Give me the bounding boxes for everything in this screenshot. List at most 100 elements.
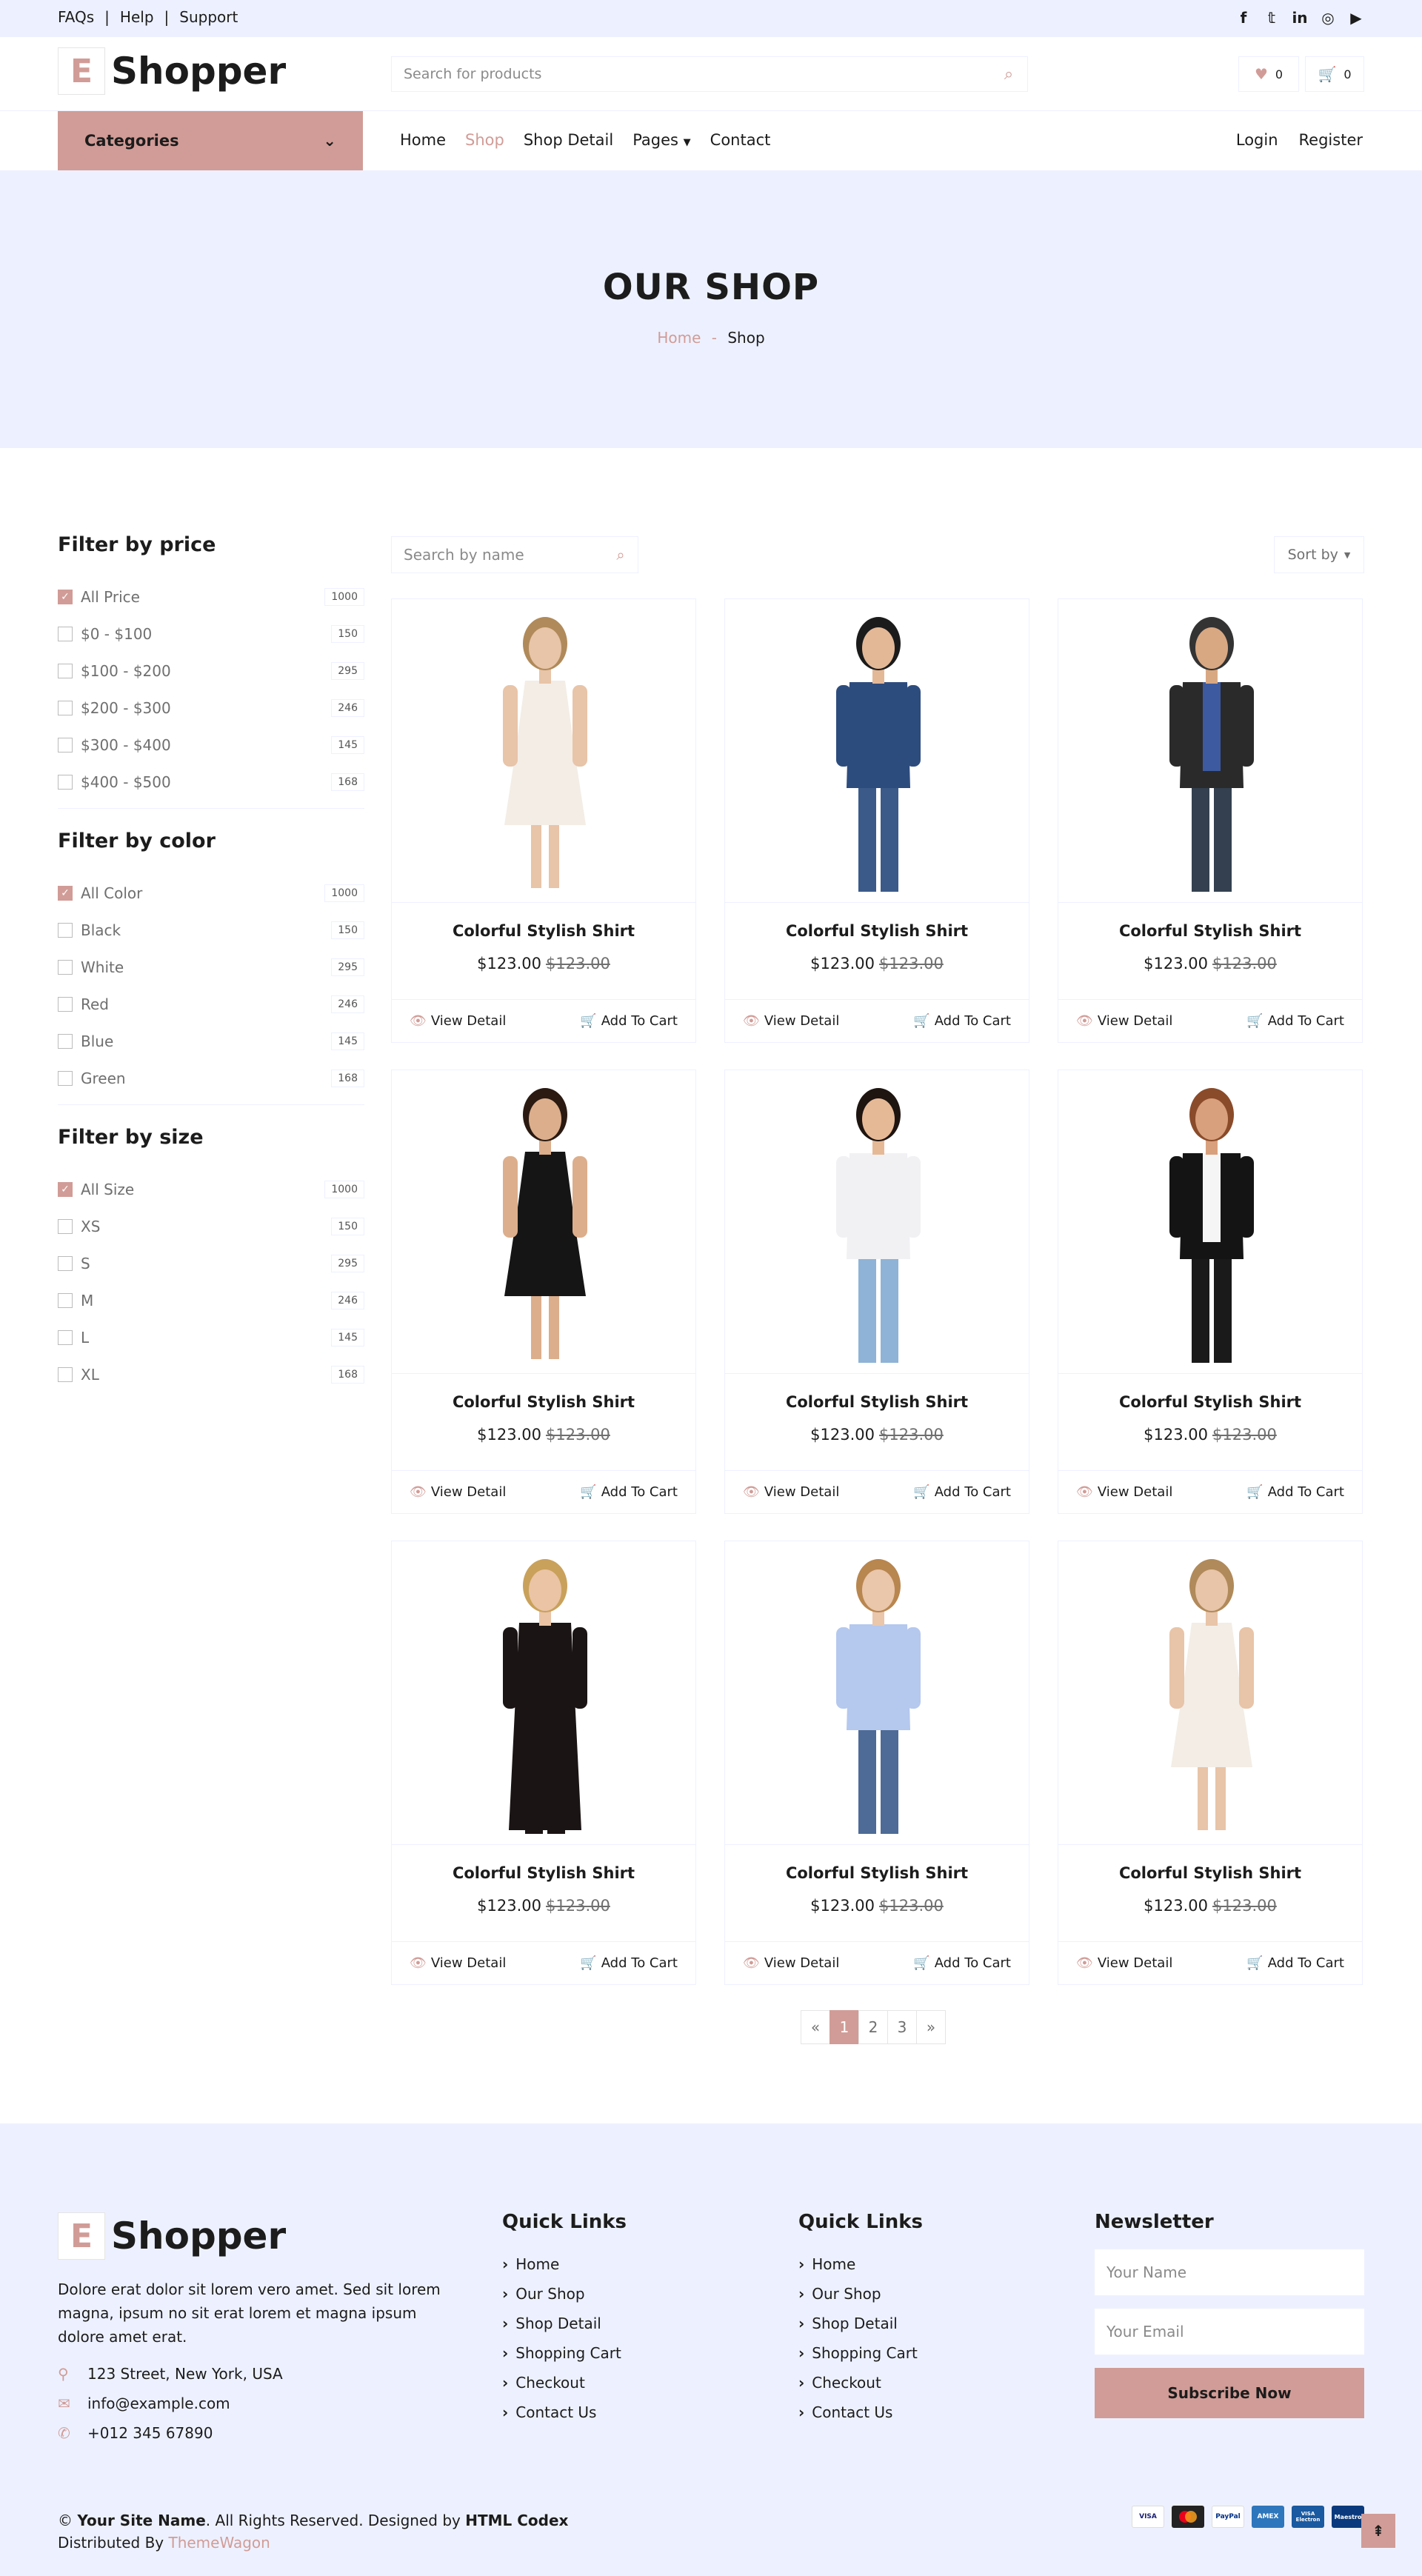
product-image[interactable] — [392, 1070, 695, 1374]
newsletter-name-input[interactable]: Your Name — [1095, 2249, 1364, 2295]
footer-link[interactable]: › Our Shop — [502, 2279, 627, 2309]
page-1[interactable]: 1 — [830, 2010, 859, 2044]
checkbox[interactable] — [58, 664, 73, 678]
footer-link[interactable]: › Shopping Cart — [502, 2338, 627, 2368]
nav-pages[interactable]: Pages ▼ — [632, 131, 690, 149]
checkbox[interactable] — [58, 775, 73, 790]
filter-option[interactable]: $400 - $500 168 — [58, 764, 364, 801]
checkbox[interactable] — [58, 1330, 73, 1345]
youtube-icon[interactable]: ▶ — [1348, 9, 1364, 27]
add-to-cart-button[interactable]: 🛒 Add To Cart — [580, 1955, 678, 1971]
checkbox[interactable] — [58, 1293, 73, 1308]
add-to-cart-button[interactable]: 🛒 Add To Cart — [913, 1013, 1011, 1029]
designer-link[interactable]: HTML Codex — [465, 2512, 568, 2529]
add-to-cart-button[interactable]: 🛒 Add To Cart — [913, 1955, 1011, 1971]
add-to-cart-button[interactable]: 🛒 Add To Cart — [1246, 1484, 1344, 1500]
checkbox[interactable] — [58, 960, 73, 975]
footer-link[interactable]: › Home — [798, 2249, 923, 2279]
breadcrumb-home[interactable]: Home — [657, 329, 701, 347]
footer-link[interactable]: › Checkout — [798, 2368, 923, 2398]
filter-option[interactable]: Red 246 — [58, 986, 364, 1023]
linkedin-icon[interactable]: in — [1292, 9, 1308, 27]
filter-option[interactable]: $300 - $400 145 — [58, 727, 364, 764]
subscribe-button[interactable]: Subscribe Now — [1095, 2368, 1364, 2418]
footer-link[interactable]: › Shop Detail — [502, 2309, 627, 2338]
view-detail-button[interactable]: 👁 View Detail — [743, 1955, 839, 1971]
footer-link[interactable]: › Home — [502, 2249, 627, 2279]
filter-option[interactable]: XS 150 — [58, 1208, 364, 1245]
checkbox-checked[interactable]: ✓ — [58, 886, 73, 901]
product-image[interactable] — [1058, 1070, 1362, 1374]
filter-option[interactable]: S 295 — [58, 1245, 364, 1282]
view-detail-button[interactable]: 👁 View Detail — [410, 1484, 506, 1500]
checkbox[interactable] — [58, 923, 73, 938]
footer-link[interactable]: › Contact Us — [502, 2398, 627, 2427]
filter-option[interactable]: Green 168 — [58, 1060, 364, 1097]
checkbox[interactable] — [58, 1256, 73, 1271]
instagram-icon[interactable]: ◎ — [1320, 9, 1336, 27]
checkbox[interactable] — [58, 738, 73, 753]
support-link[interactable]: Support — [179, 8, 238, 26]
page-next[interactable]: » — [916, 2010, 946, 2044]
product-image[interactable] — [725, 1541, 1029, 1845]
filter-option[interactable]: Black 150 — [58, 912, 364, 949]
footer-link[interactable]: › Shop Detail — [798, 2309, 923, 2338]
filter-option[interactable]: ✓ All Price 1000 — [58, 578, 364, 615]
footer-link[interactable]: › Checkout — [502, 2368, 627, 2398]
product-image[interactable] — [392, 599, 695, 903]
nav-shop[interactable]: Shop — [465, 131, 504, 149]
filter-option[interactable]: White 295 — [58, 949, 364, 986]
distributor-link[interactable]: ThemeWagon — [168, 2534, 270, 2552]
view-detail-button[interactable]: 👁 View Detail — [1076, 1955, 1172, 1971]
filter-option[interactable]: L 145 — [58, 1319, 364, 1356]
filter-option[interactable]: ✓ All Size 1000 — [58, 1171, 364, 1208]
filter-option[interactable]: $0 - $100 150 — [58, 615, 364, 653]
nav-home[interactable]: Home — [400, 131, 446, 149]
product-image[interactable] — [1058, 1541, 1362, 1845]
nav-shop-detail[interactable]: Shop Detail — [524, 131, 613, 149]
view-detail-button[interactable]: 👁 View Detail — [410, 1013, 506, 1029]
checkbox[interactable] — [58, 997, 73, 1012]
product-image[interactable] — [725, 599, 1029, 903]
register-link[interactable]: Register — [1299, 131, 1363, 149]
faqs-link[interactable]: FAQs — [58, 8, 94, 26]
checkbox[interactable] — [58, 627, 73, 641]
categories-toggle[interactable]: Categories ⌄ — [58, 111, 363, 170]
checkbox[interactable] — [58, 1367, 73, 1382]
filter-option[interactable]: $200 - $300 246 — [58, 690, 364, 727]
view-detail-button[interactable]: 👁 View Detail — [743, 1484, 839, 1500]
page-2[interactable]: 2 — [858, 2010, 888, 2044]
checkbox[interactable] — [58, 1034, 73, 1049]
checkbox[interactable] — [58, 1071, 73, 1086]
add-to-cart-button[interactable]: 🛒 Add To Cart — [580, 1484, 678, 1500]
search-icon[interactable]: ⌕ — [990, 65, 1027, 84]
footer-link[interactable]: › Contact Us — [798, 2398, 923, 2427]
view-detail-button[interactable]: 👁 View Detail — [743, 1013, 839, 1029]
wishlist-button[interactable]: ♥ 0 — [1238, 56, 1299, 92]
twitter-icon[interactable]: 𝕥 — [1264, 9, 1280, 27]
add-to-cart-button[interactable]: 🛒 Add To Cart — [580, 1013, 678, 1029]
search-input[interactable]: Search for products — [404, 66, 990, 82]
newsletter-email-input[interactable]: Your Email — [1095, 2309, 1364, 2355]
add-to-cart-button[interactable]: 🛒 Add To Cart — [1246, 1955, 1344, 1971]
add-to-cart-button[interactable]: 🛒 Add To Cart — [913, 1484, 1011, 1500]
footer-link[interactable]: › Shopping Cart — [798, 2338, 923, 2368]
filter-option[interactable]: ✓ All Color 1000 — [58, 875, 364, 912]
nav-contact[interactable]: Contact — [710, 131, 771, 149]
site-name-link[interactable]: Your Site Name — [77, 2512, 205, 2529]
page-prev[interactable]: « — [801, 2010, 830, 2044]
view-detail-button[interactable]: 👁 View Detail — [1076, 1484, 1172, 1500]
sort-dropdown[interactable]: Sort by ▼ — [1274, 536, 1364, 573]
checkbox[interactable] — [58, 1219, 73, 1234]
filter-option[interactable]: M 246 — [58, 1282, 364, 1319]
filter-option[interactable]: XL 168 — [58, 1356, 364, 1393]
checkbox-checked[interactable]: ✓ — [58, 590, 73, 604]
footer-link[interactable]: › Our Shop — [798, 2279, 923, 2309]
view-detail-button[interactable]: 👁 View Detail — [1076, 1013, 1172, 1029]
view-detail-button[interactable]: 👁 View Detail — [410, 1955, 506, 1971]
help-link[interactable]: Help — [120, 8, 154, 26]
product-image[interactable] — [725, 1070, 1029, 1374]
checkbox-checked[interactable]: ✓ — [58, 1182, 73, 1197]
add-to-cart-button[interactable]: 🛒 Add To Cart — [1246, 1013, 1344, 1029]
back-to-top-button[interactable]: ⇞ — [1361, 2514, 1395, 2548]
